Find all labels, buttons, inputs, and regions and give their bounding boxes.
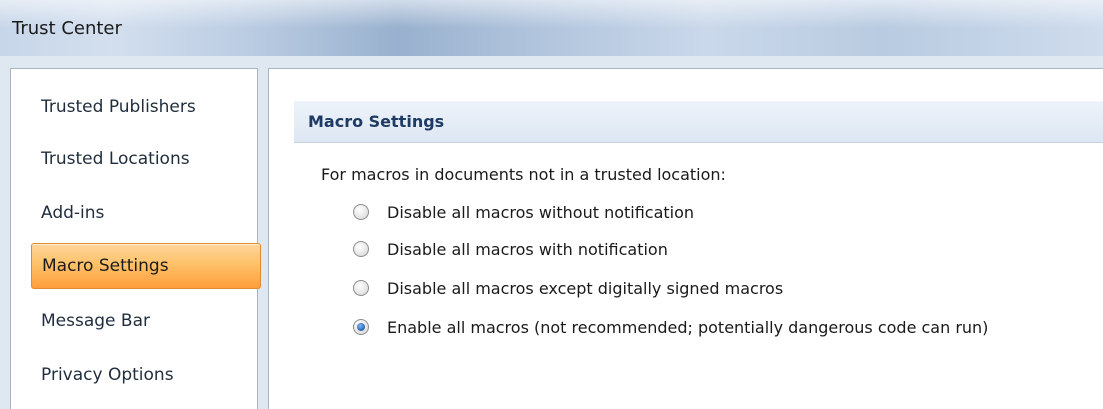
radio-unchecked-icon[interactable]	[353, 204, 369, 220]
sidebar-item-message-bar[interactable]: Message Bar	[31, 301, 253, 341]
sidebar-item-trusted-publishers[interactable]: Trusted Publishers	[31, 87, 253, 127]
option-disable-with-notification[interactable]: Disable all macros with notification	[353, 236, 668, 262]
option-label: Enable all macros (not recommended; pote…	[387, 317, 989, 337]
sidebar-item-add-ins[interactable]: Add-ins	[31, 193, 253, 233]
option-enable-all-macros[interactable]: Enable all macros (not recommended; pote…	[353, 314, 988, 340]
option-label: Disable all macros with notification	[387, 239, 668, 259]
sidebar-item-macro-settings[interactable]: Macro Settings	[31, 243, 261, 289]
section-title: Macro Settings	[308, 112, 445, 131]
option-label: Disable all macros without notification	[387, 202, 695, 222]
option-label: Disable all macros except digitally sign…	[387, 278, 784, 298]
title-bar[interactable]: Trust Center	[0, 0, 1103, 56]
option-disable-without-notification[interactable]: Disable all macros without notification	[353, 199, 694, 225]
sidebar-item-privacy-options[interactable]: Privacy Options	[31, 355, 253, 395]
sidebar-item-trusted-locations[interactable]: Trusted Locations	[31, 139, 253, 179]
radio-unchecked-icon[interactable]	[353, 280, 369, 296]
radio-unchecked-icon[interactable]	[353, 241, 369, 257]
content-panel: Macro Settings For macros in documents n…	[268, 68, 1103, 409]
section-header: Macro Settings	[294, 101, 1103, 143]
window-title: Trust Center	[12, 18, 122, 39]
trust-center-window: Trust Center Trusted Publishers Trusted …	[0, 0, 1103, 409]
sidebar: Trusted Publishers Trusted Locations Add…	[10, 68, 261, 409]
macro-prompt: For macros in documents not in a trusted…	[321, 165, 726, 184]
radio-checked-icon[interactable]	[353, 319, 369, 335]
option-disable-except-signed[interactable]: Disable all macros except digitally sign…	[353, 275, 783, 301]
